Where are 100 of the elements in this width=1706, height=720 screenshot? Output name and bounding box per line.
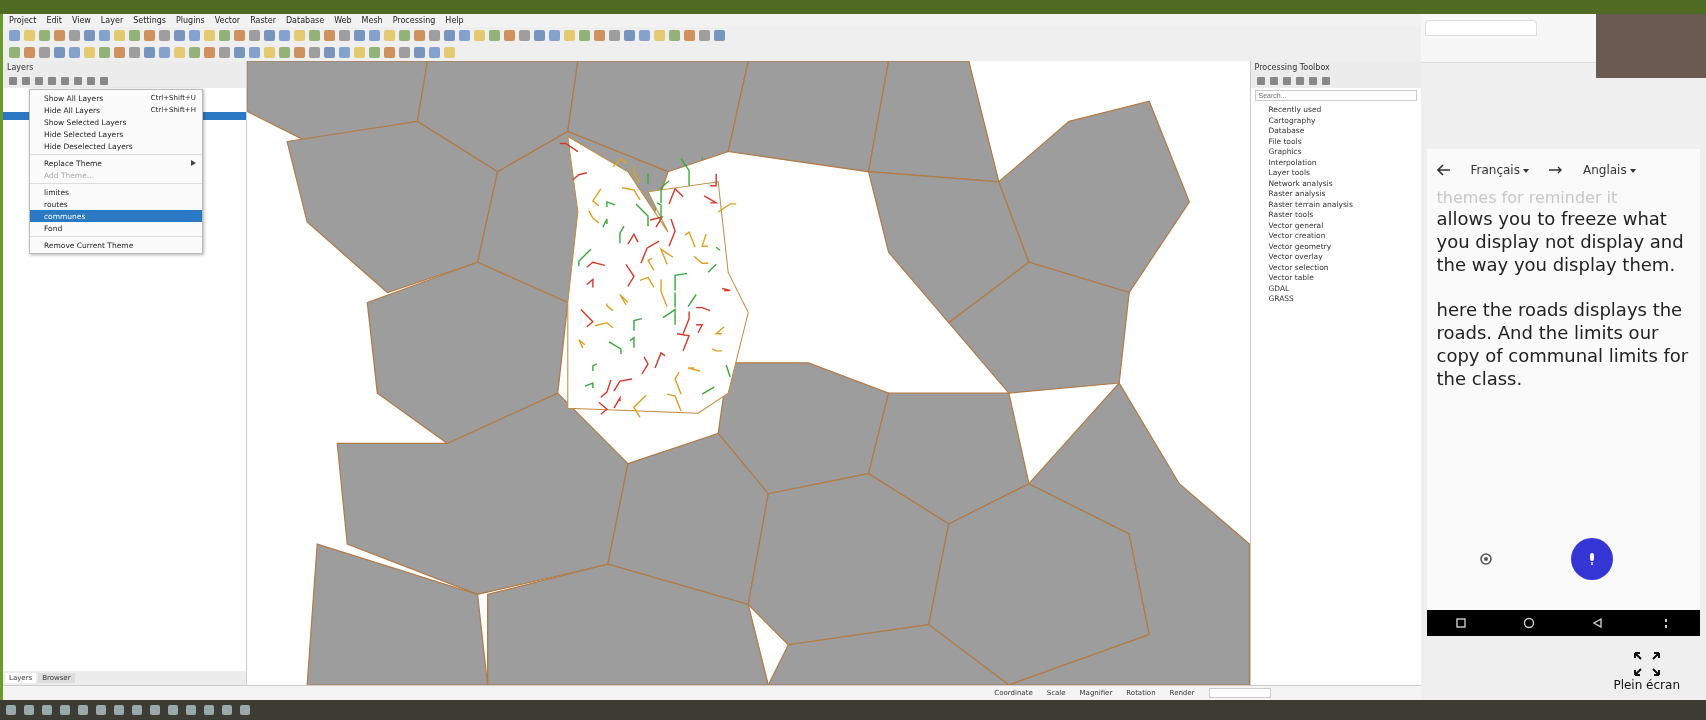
toolbar-icon[interactable] (504, 30, 515, 41)
menu-item[interactable]: Project (9, 16, 37, 25)
triangle-icon[interactable] (1591, 617, 1604, 629)
toolbar-icon[interactable] (639, 30, 650, 41)
toolbar-icon[interactable] (609, 30, 620, 41)
toolbar-icon[interactable] (84, 30, 95, 41)
toolbar-icon[interactable] (369, 30, 380, 41)
toolbar-icon[interactable] (474, 30, 485, 41)
menu-item[interactable]: Mesh (361, 16, 383, 25)
toolbar-icon[interactable] (84, 47, 95, 58)
toolbar-icon[interactable] (114, 47, 125, 58)
toolbar-icon[interactable] (264, 30, 275, 41)
toolbar-icon[interactable] (9, 30, 20, 41)
toolbar-icon[interactable] (189, 47, 200, 58)
toolbar-icon[interactable] (384, 30, 395, 41)
menu-item[interactable]: Vector (214, 16, 241, 25)
menu-item[interactable]: Layer (100, 16, 124, 25)
menu-item[interactable]: Plugins (176, 16, 205, 25)
toolbar-icon[interactable] (249, 30, 260, 41)
menu-item[interactable]: Web (334, 16, 352, 25)
toolbar-icon[interactable] (489, 30, 500, 41)
menu-item[interactable]: Settings (133, 16, 166, 25)
status-field[interactable] (1208, 688, 1271, 698)
toolbar-icon[interactable] (189, 30, 200, 41)
toolbar-icon[interactable] (54, 47, 65, 58)
menu-item[interactable]: Database (285, 16, 325, 25)
toolbar-icon[interactable] (129, 47, 140, 58)
toolbar-icon[interactable] (444, 47, 455, 58)
toolbar-icon[interactable] (459, 30, 470, 41)
toolbar-icon[interactable] (294, 30, 305, 41)
toolbar-icon[interactable] (579, 30, 590, 41)
toolbar-icon[interactable] (294, 47, 305, 58)
toolbar-icon[interactable] (594, 30, 605, 41)
toolbar-icon[interactable] (369, 47, 380, 58)
toolbar-icon[interactable] (654, 30, 665, 41)
fullscreen-button[interactable]: Plein écran (1613, 650, 1680, 692)
microphone-button[interactable] (1570, 538, 1613, 580)
back-arrow-icon[interactable] (1436, 164, 1451, 176)
toolbar-icon[interactable] (534, 30, 545, 41)
toolbar-icon[interactable] (384, 47, 395, 58)
toolbar-icon[interactable] (414, 30, 425, 41)
toolbar-icon[interactable] (399, 30, 410, 41)
toolbar-icon[interactable] (234, 30, 245, 41)
toolbar-icon[interactable] (144, 30, 155, 41)
toolbar-icon[interactable] (564, 30, 575, 41)
toolbar-icon[interactable] (264, 47, 275, 58)
toolbar-icon[interactable] (114, 30, 125, 41)
toolbar-icon[interactable] (324, 47, 335, 58)
toolbar-icon[interactable] (399, 47, 410, 58)
toolbar-icon[interactable] (174, 47, 185, 58)
toolbar-icon[interactable] (309, 47, 320, 58)
toolbar-icon[interactable] (219, 47, 230, 58)
toolbar-icon[interactable] (444, 30, 455, 41)
toolbar-icon[interactable] (414, 47, 425, 58)
toolbar-icon[interactable] (99, 47, 110, 58)
menu-item[interactable]: Raster (250, 16, 276, 25)
toolbar-icon[interactable] (234, 47, 245, 58)
toolbar-icon[interactable] (684, 30, 695, 41)
toolbar-icon[interactable] (24, 30, 35, 41)
toolbar-icon[interactable] (54, 30, 65, 41)
toolbar-icon[interactable] (624, 30, 635, 41)
circle-icon[interactable] (1523, 617, 1536, 629)
toolbar-icon[interactable] (519, 30, 530, 41)
toolbar-icon[interactable] (309, 30, 320, 41)
browser-tab[interactable] (1424, 20, 1537, 36)
toolbar-icon[interactable] (429, 30, 440, 41)
toolbar-icon[interactable] (429, 47, 440, 58)
toolbar-icon[interactable] (549, 30, 560, 41)
square-icon[interactable] (1454, 617, 1467, 629)
toolbar-icon[interactable] (174, 30, 185, 41)
toolbar-icon[interactable] (354, 30, 365, 41)
toolbar-icon[interactable] (279, 30, 290, 41)
toolbar-icon[interactable] (99, 30, 110, 41)
menu-item[interactable]: Edit (46, 16, 62, 25)
toolbar-icon[interactable] (714, 30, 725, 41)
toolbar-icon[interactable] (339, 30, 350, 41)
menu-item[interactable]: Processing (392, 16, 436, 25)
toolbar-icon[interactable] (279, 47, 290, 58)
toolbar-icon[interactable] (159, 30, 170, 41)
source-language-dropdown[interactable]: Français (1470, 163, 1529, 177)
toolbar-icon[interactable] (699, 30, 710, 41)
toolbar-icon[interactable] (249, 47, 260, 58)
toolbar-icon[interactable] (204, 30, 215, 41)
toolbar-icon[interactable] (669, 30, 680, 41)
toolbar-icon[interactable] (39, 30, 50, 41)
toolbar-icon[interactable] (39, 47, 50, 58)
toolbar-icon[interactable] (204, 47, 215, 58)
toolbar-icon[interactable] (324, 30, 335, 41)
toolbar-icon[interactable] (129, 30, 140, 41)
target-language-dropdown[interactable]: Anglais (1582, 163, 1636, 177)
toolbar-icon[interactable] (339, 47, 350, 58)
menu-item[interactable]: Help (445, 16, 464, 25)
toolbar-icon[interactable] (159, 47, 170, 58)
toolbar-icon[interactable] (144, 47, 155, 58)
toolbar-icon[interactable] (69, 47, 80, 58)
settings-icon[interactable] (1478, 552, 1493, 566)
toolbar-icon[interactable] (219, 30, 230, 41)
toolbar-icon[interactable] (9, 47, 20, 58)
menu-item[interactable]: View (71, 16, 91, 25)
toolbar-icon[interactable] (354, 47, 365, 58)
